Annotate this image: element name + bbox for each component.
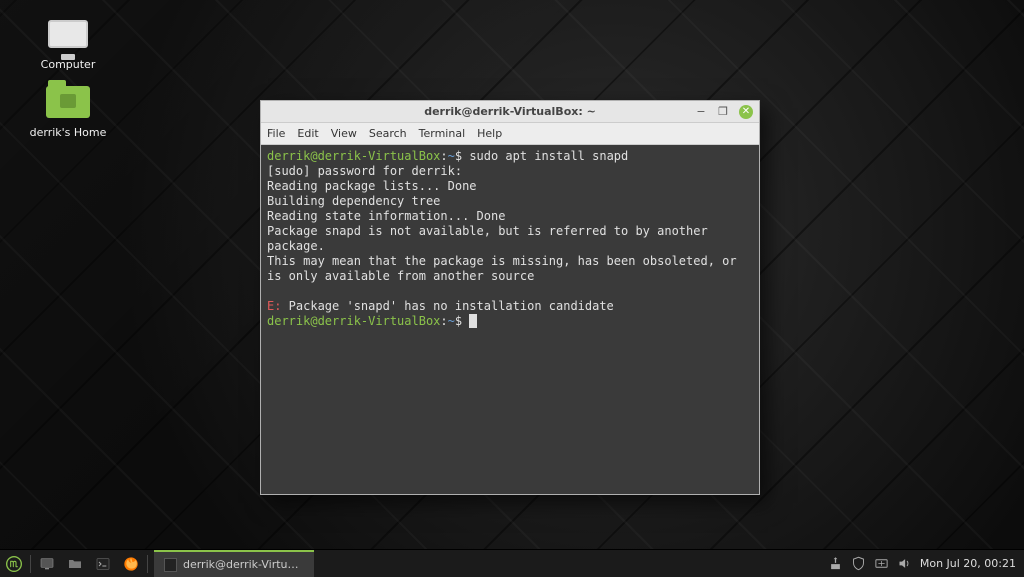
taskbar-separator <box>30 555 31 573</box>
taskbar-clock[interactable]: Mon Jul 20, 00:21 <box>920 557 1016 570</box>
command-text: sudo apt install snapd <box>469 149 628 163</box>
taskbar-separator <box>147 555 148 573</box>
terminal-line: This may mean that the package is missin… <box>267 254 737 268</box>
tray-volume-icon[interactable] <box>897 556 912 571</box>
menu-terminal[interactable]: Terminal <box>419 127 466 140</box>
terminal-line: [sudo] password for derrik: <box>267 164 462 178</box>
error-message: Package 'snapd' has no installation cand… <box>281 299 613 313</box>
prompt-path: ~ <box>448 149 455 163</box>
terminal-icon <box>164 558 177 572</box>
desktop-icon-label: derrik's Home <box>28 126 108 139</box>
terminal-icon <box>95 556 111 572</box>
computer-icon <box>44 14 92 54</box>
window-title: derrik@derrik-VirtualBox: ~ <box>261 105 759 118</box>
taskbar-task-terminal[interactable]: derrik@derrik-VirtualB... <box>154 550 314 577</box>
start-menu-button[interactable] <box>0 550 28 577</box>
terminal-line: is only available from another source <box>267 269 534 283</box>
window-minimize-button[interactable]: − <box>695 106 707 118</box>
folder-icon <box>67 556 83 572</box>
error-prefix: E: <box>267 299 281 313</box>
desktop-icon-computer[interactable]: Computer <box>28 14 108 71</box>
menu-view[interactable]: View <box>331 127 357 140</box>
prompt-user-host: derrik@derrik-VirtualBox <box>267 149 440 163</box>
terminal-line: Package snapd is not available, but is r… <box>267 224 715 253</box>
task-label: derrik@derrik-VirtualB... <box>183 558 304 571</box>
terminal-launcher[interactable] <box>89 550 117 577</box>
tray-network-icon[interactable] <box>874 556 889 571</box>
folder-icon <box>44 82 92 122</box>
menu-search[interactable]: Search <box>369 127 407 140</box>
menu-edit[interactable]: Edit <box>297 127 318 140</box>
file-manager-launcher[interactable] <box>61 550 89 577</box>
terminal-line: Reading state information... Done <box>267 209 505 223</box>
terminal-window[interactable]: derrik@derrik-VirtualBox: ~ − ❐ ✕ File E… <box>260 100 760 495</box>
terminal-menubar: File Edit View Search Terminal Help <box>261 123 759 145</box>
desktop-icon <box>39 556 55 572</box>
prompt-user-host: derrik@derrik-VirtualBox <box>267 314 440 328</box>
taskbar: derrik@derrik-VirtualB... Mon Jul 20, 00… <box>0 549 1024 577</box>
window-close-button[interactable]: ✕ <box>739 105 753 119</box>
terminal-line: Building dependency tree <box>267 194 440 208</box>
menu-file[interactable]: File <box>267 127 285 140</box>
window-maximize-button[interactable]: ❐ <box>717 106 729 118</box>
terminal-line: Reading package lists... Done <box>267 179 477 193</box>
firefox-icon <box>123 556 139 572</box>
firefox-launcher[interactable] <box>117 550 145 577</box>
menu-help[interactable]: Help <box>477 127 502 140</box>
terminal-cursor <box>469 314 476 328</box>
window-titlebar[interactable]: derrik@derrik-VirtualBox: ~ − ❐ ✕ <box>261 101 759 123</box>
prompt-path: ~ <box>448 314 455 328</box>
tray-update-icon[interactable] <box>828 556 843 571</box>
terminal-body[interactable]: derrik@derrik-VirtualBox:~$ sudo apt ins… <box>261 145 759 494</box>
mint-logo-icon <box>6 556 22 572</box>
desktop-icon-home[interactable]: derrik's Home <box>28 82 108 139</box>
tray-shield-icon[interactable] <box>851 556 866 571</box>
show-desktop-button[interactable] <box>33 550 61 577</box>
